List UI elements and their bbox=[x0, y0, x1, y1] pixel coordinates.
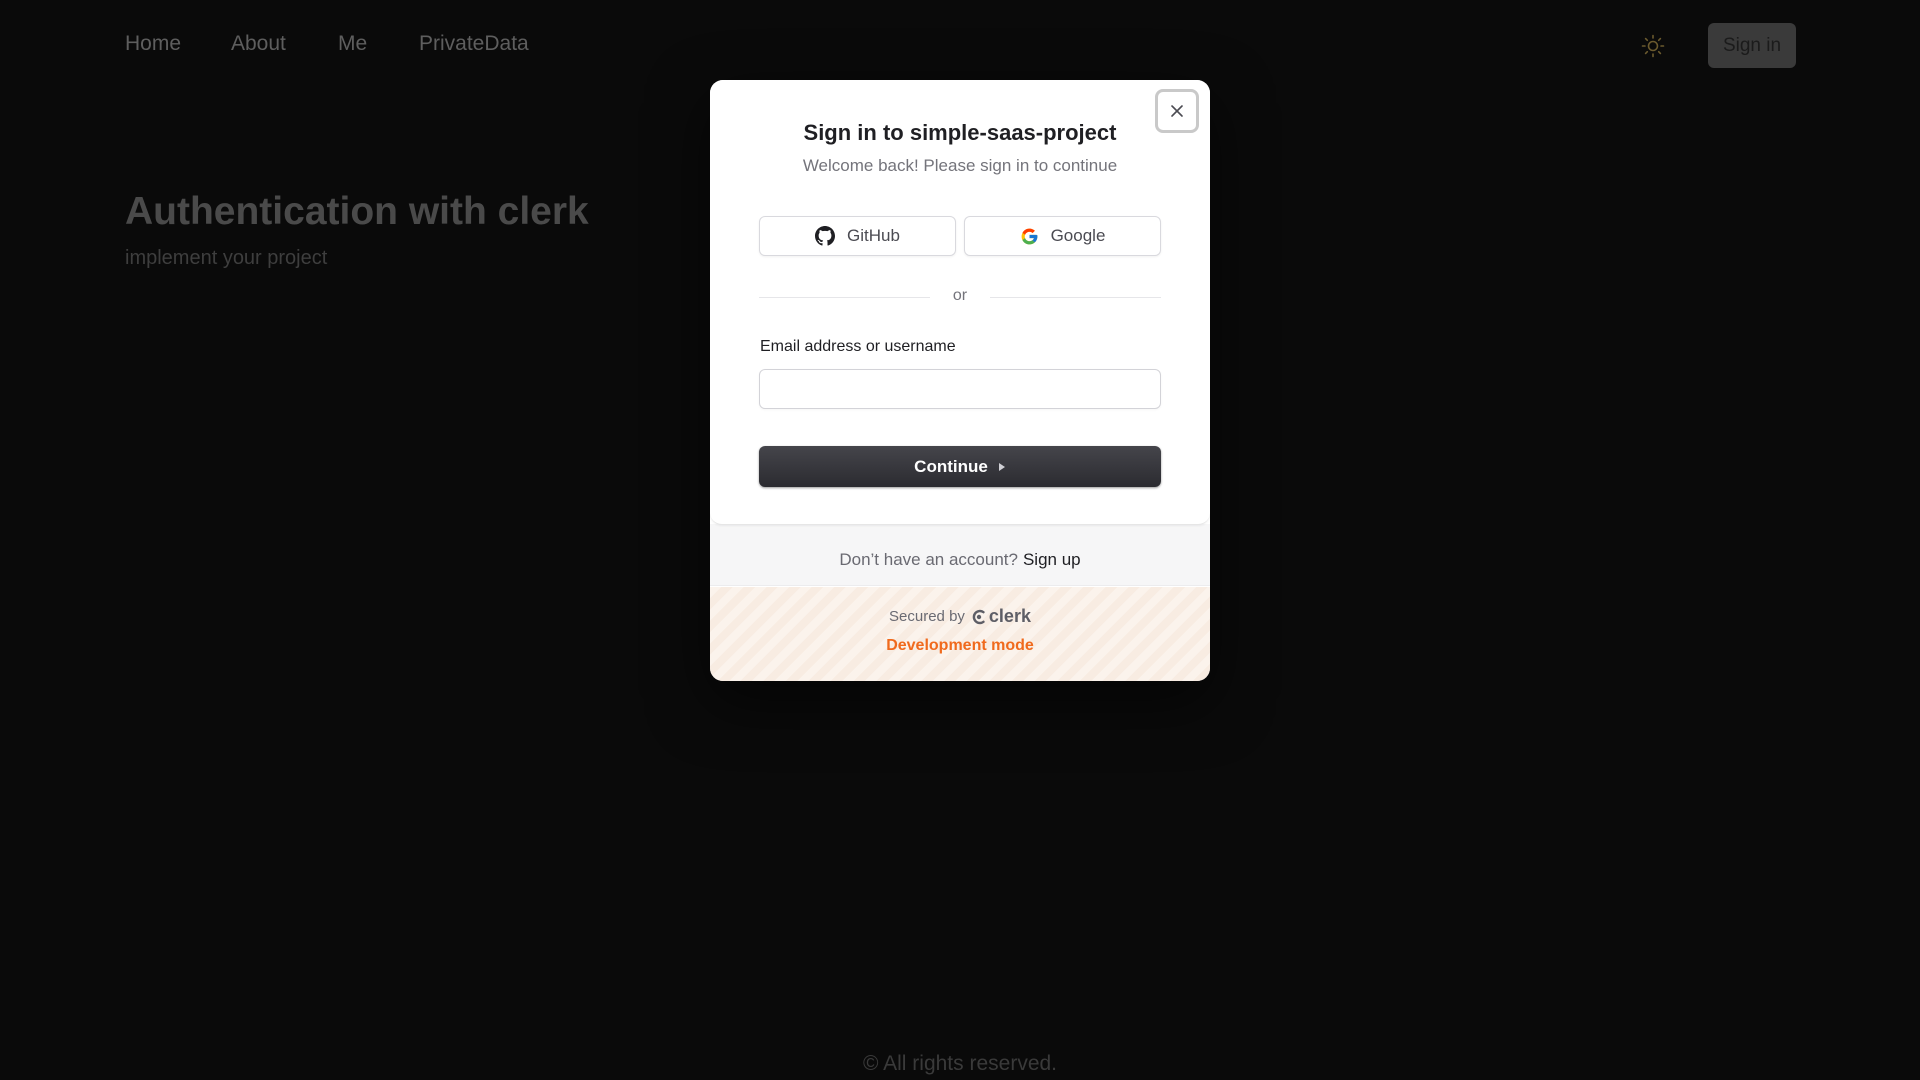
top-nav: Home About Me PrivateData Sign in bbox=[0, 0, 1920, 90]
sign-in-modal: Sign in to simple-saas-project Welcome b… bbox=[710, 80, 1210, 681]
sign-up-link[interactable]: Sign up bbox=[1023, 550, 1081, 570]
theme-toggle-button[interactable] bbox=[1638, 31, 1668, 61]
modal-title: Sign in to simple-saas-project bbox=[803, 120, 1117, 145]
continue-button[interactable]: Continue bbox=[759, 446, 1161, 487]
close-icon bbox=[1171, 105, 1183, 117]
nav-link-me[interactable]: Me bbox=[338, 32, 367, 56]
development-mode-label: Development mode bbox=[886, 637, 1034, 654]
divider-line-right bbox=[990, 297, 1161, 298]
sign-up-prompt: Don’t have an account? Sign up bbox=[710, 524, 1210, 586]
nav-sign-in-button[interactable]: Sign in bbox=[1708, 23, 1796, 68]
github-sign-in-button[interactable]: GitHub bbox=[759, 216, 956, 256]
email-field[interactable] bbox=[759, 369, 1161, 409]
google-label: Google bbox=[1050, 226, 1106, 245]
github-label: GitHub bbox=[847, 226, 900, 245]
modal-subtitle: Welcome back! Please sign in to continue bbox=[802, 156, 1118, 175]
hero-subtitle: implement your project bbox=[125, 247, 328, 269]
sun-icon bbox=[1641, 34, 1665, 58]
caret-right-icon bbox=[998, 462, 1005, 471]
clerk-logo-icon bbox=[972, 609, 985, 624]
continue-label: Continue bbox=[914, 456, 988, 476]
clerk-logo[interactable]: clerk bbox=[971, 606, 1031, 627]
github-icon bbox=[815, 226, 836, 246]
google-sign-in-button[interactable]: Google bbox=[964, 216, 1161, 256]
sign-in-card: Sign in to simple-saas-project Welcome b… bbox=[710, 80, 1210, 525]
page: Home About Me PrivateData Sign in Authen… bbox=[0, 0, 1920, 1080]
divider-text: or bbox=[952, 287, 968, 304]
nav-link-about[interactable]: About bbox=[231, 32, 286, 56]
hero-title: Authentication with clerk bbox=[125, 190, 589, 233]
secured-by-text: Secured by bbox=[889, 608, 965, 625]
google-icon bbox=[1021, 228, 1037, 244]
nav-link-home[interactable]: Home bbox=[125, 32, 181, 56]
secured-by-footer: Secured by clerk Development mode bbox=[710, 587, 1210, 681]
nav-link-privatedata[interactable]: PrivateData bbox=[419, 32, 529, 56]
or-divider: or bbox=[759, 287, 1161, 307]
clerk-brand-text: clerk bbox=[988, 606, 1031, 626]
email-field-label: Email address or username bbox=[760, 338, 956, 355]
page-footer: © All rights reserved. bbox=[862, 1052, 1058, 1075]
secured-by-row: Secured by clerk bbox=[710, 606, 1210, 627]
sign-up-prompt-text: Don’t have an account? bbox=[839, 549, 1018, 569]
